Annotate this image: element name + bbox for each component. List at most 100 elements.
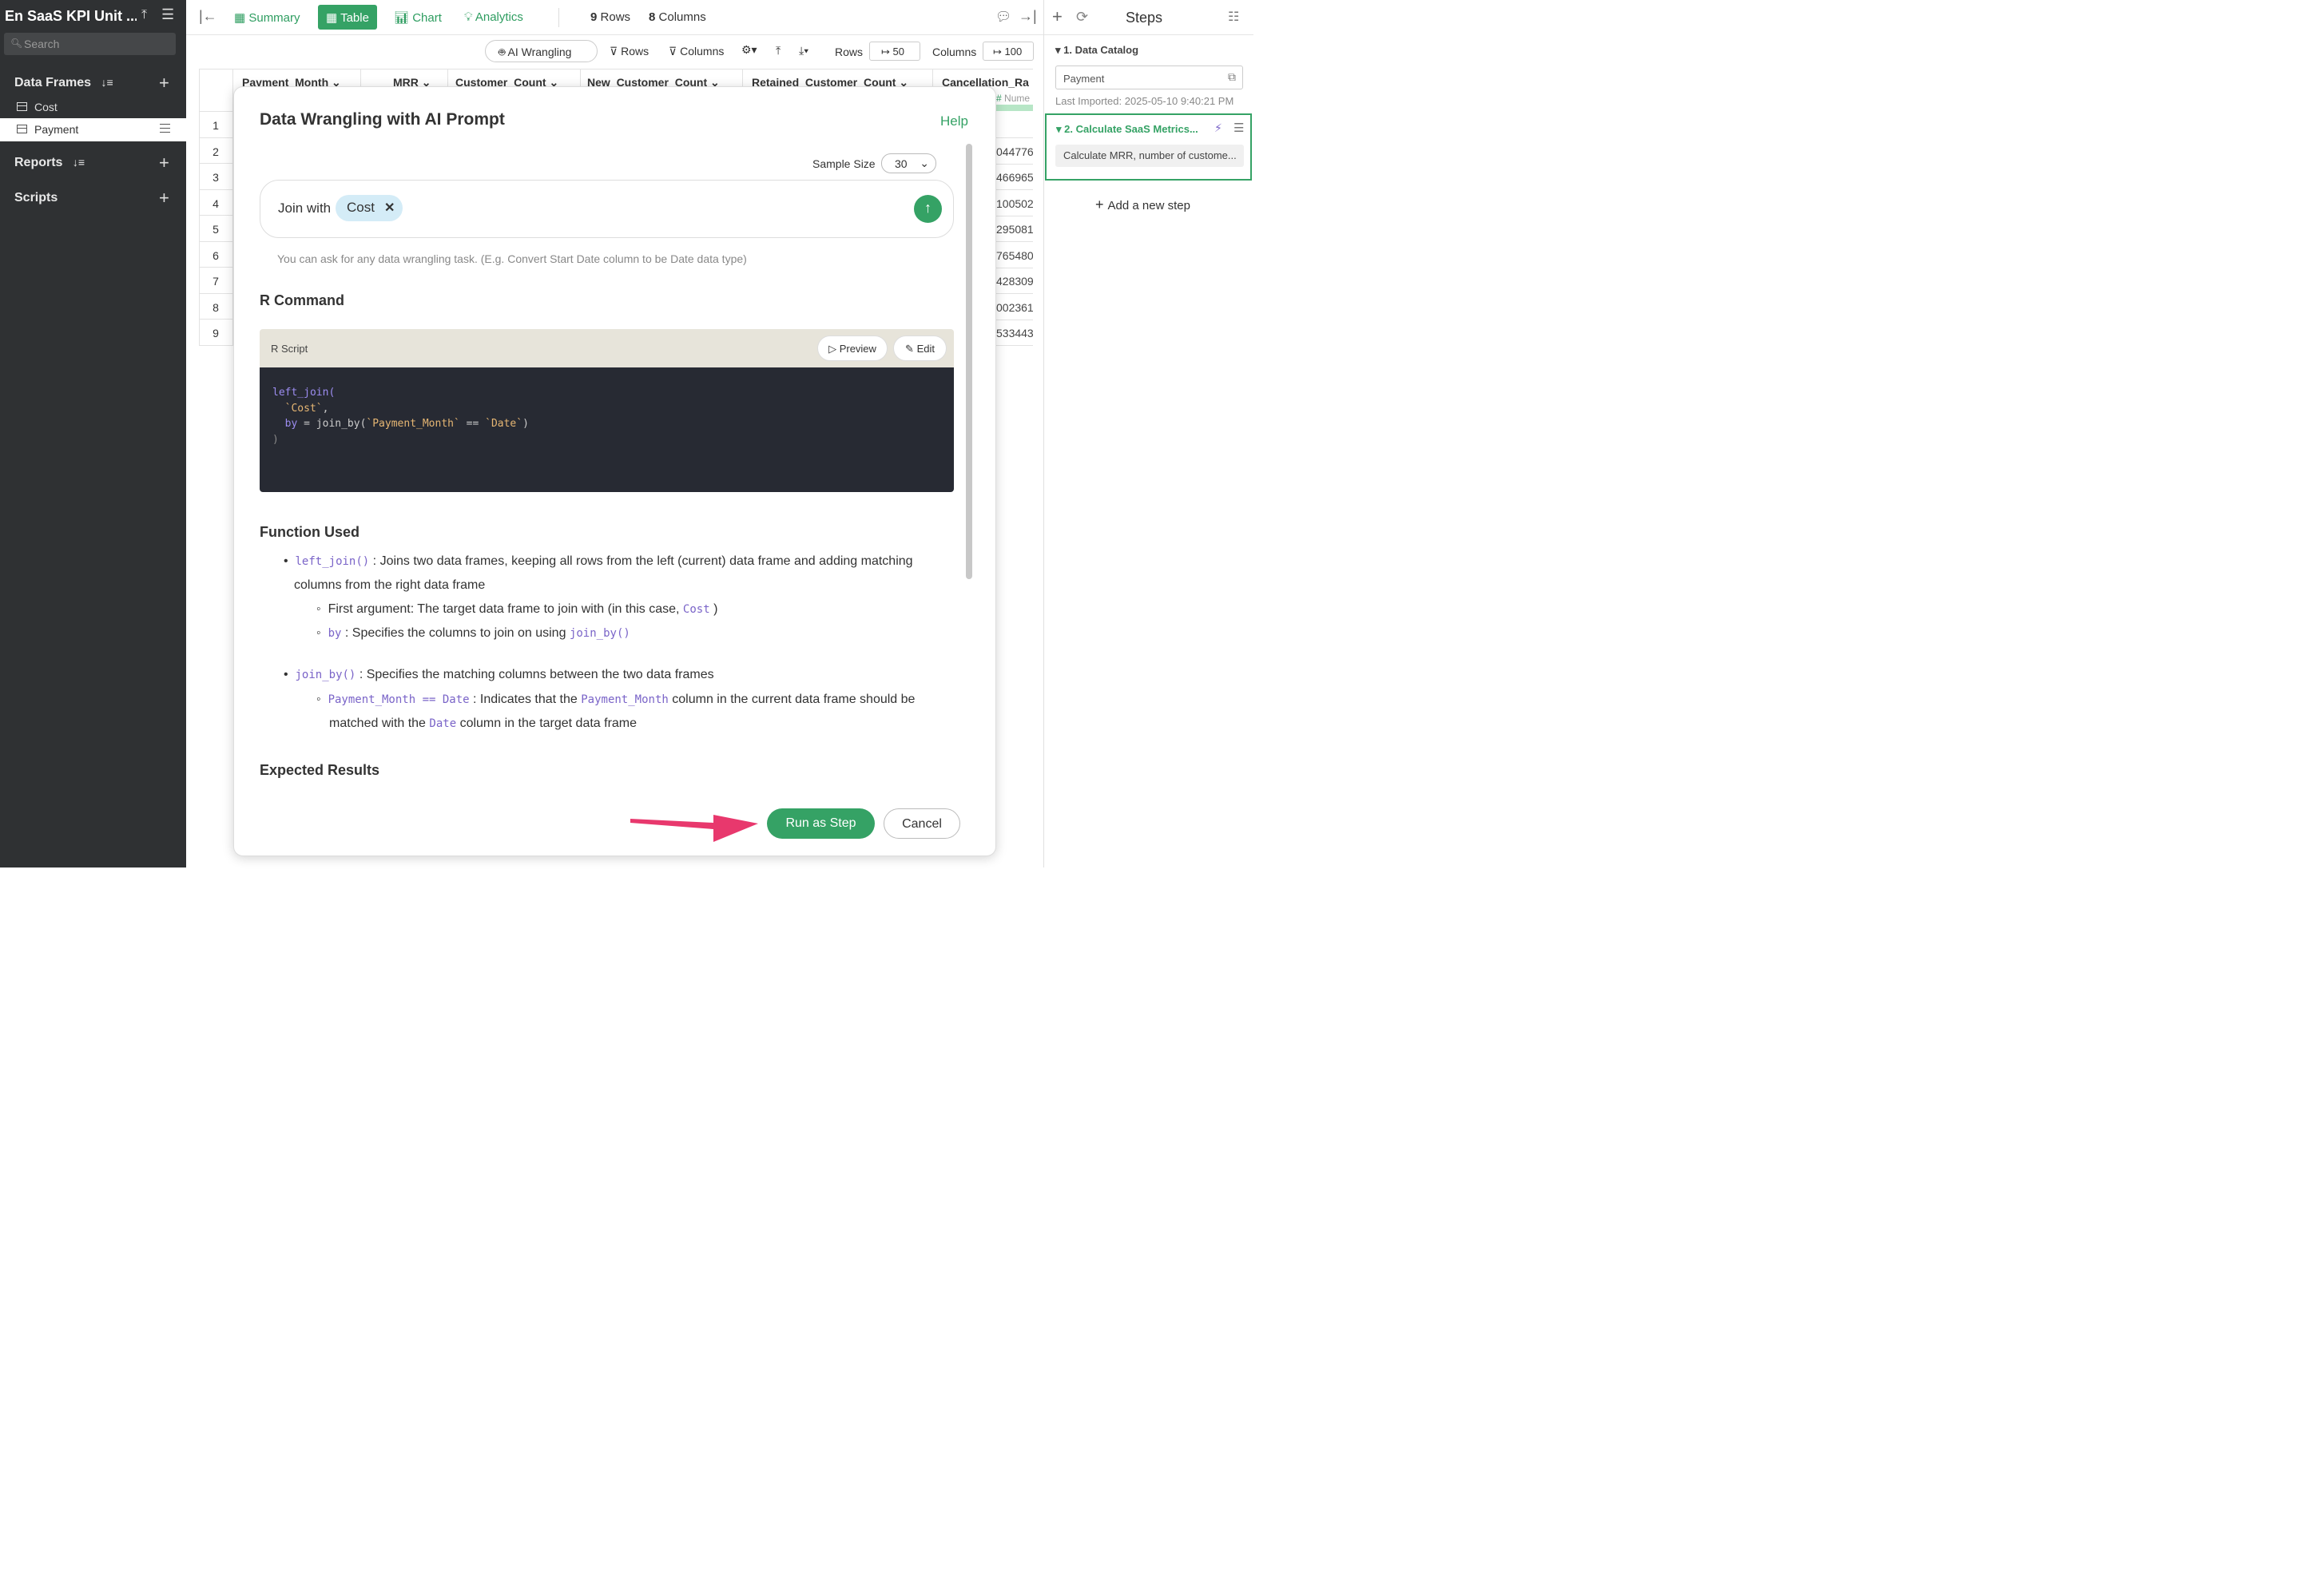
ai-wrangling-button[interactable]: 🤖︎ AI Wrangling [485, 40, 598, 62]
row-number: 3 [199, 164, 233, 190]
comment-icon[interactable]: 💬︎ [995, 9, 1011, 25]
source-field[interactable]: Payment ⧉ [1055, 66, 1243, 89]
rows-count: 9 Rows [590, 10, 631, 24]
table-cell[interactable]: 100502 [996, 197, 1033, 210]
play-icon: ▷ [828, 343, 837, 355]
edit-button[interactable]: ✎ Edit [893, 335, 947, 361]
upload-icon[interactable]: ⤒ [141, 8, 147, 22]
summary-icon: ▦ [234, 11, 249, 25]
menu-icon[interactable]: ☰ [161, 6, 174, 23]
sidebar-item-payment[interactable]: Payment [0, 118, 186, 141]
divider [558, 8, 559, 27]
sidebar-item-cost[interactable]: Cost [0, 96, 186, 119]
menu-icon[interactable]: ☰ [1233, 121, 1244, 135]
function-used-heading: Function Used [260, 524, 360, 540]
robot-icon: 🤖︎ [499, 46, 508, 58]
download-icon[interactable]: ⤓▾ [799, 44, 808, 58]
columns-count: 8 Columns [649, 10, 706, 24]
column-profile-bar [996, 105, 1033, 111]
row-number: 5 [199, 216, 233, 242]
add-script-button[interactable]: + [159, 189, 169, 207]
rows-limit-input[interactable]: ↦ 50 [869, 42, 920, 61]
code-header: R Script ▷ Preview ✎ Edit [260, 329, 954, 367]
dataframe-chip[interactable]: Cost ✕ [336, 195, 403, 221]
collapse-left-icon[interactable]: |← [199, 8, 217, 25]
add-data-frame-button[interactable]: + [159, 74, 169, 92]
send-button[interactable]: ↑ [914, 195, 942, 223]
steps-title: Steps [1126, 10, 1163, 26]
run-as-step-button[interactable]: Run as Step [767, 808, 875, 839]
view-toolbar: |← ▦ Summary ▦ Table 📊︎ Chart 💡︎ Analyti… [186, 0, 1043, 35]
search-input[interactable]: 🔍︎ Search [4, 33, 176, 55]
table-cell[interactable]: 044776 [996, 145, 1033, 158]
scrollbar[interactable] [966, 144, 972, 579]
cancel-button[interactable]: Cancel [884, 808, 960, 839]
add-step-button[interactable]: + Add a new step [1095, 197, 1190, 213]
table-cell[interactable]: 295081 [996, 223, 1033, 236]
row-number: 7 [199, 268, 233, 294]
chevron-down-icon: ⌄ [920, 157, 929, 169]
table-icon [17, 125, 27, 133]
preview-button[interactable]: ▷ Preview [817, 335, 888, 361]
tab-analytics[interactable]: 💡︎ Analytics [464, 5, 523, 30]
sample-size-label: Sample Size [812, 157, 876, 170]
magic-wand-icon[interactable]: ⚡︎ [1214, 121, 1222, 135]
steps-panel: + ⟳ Steps ☷ ▾ 1. Data Catalog Payment ⧉ … [1043, 0, 1253, 867]
columns-limit-input[interactable]: ↦ 100 [983, 42, 1034, 61]
table-cell[interactable]: 765480 [996, 249, 1033, 262]
chart-icon: 📊︎ [394, 11, 413, 25]
filter-icon: ⊽ [669, 45, 681, 58]
tab-chart[interactable]: 📊︎ Chart [394, 5, 442, 30]
lightbulb-icon: 💡︎ [464, 10, 475, 24]
table-icon [17, 102, 27, 111]
list-item: ◦ First argument: The target data frame … [316, 602, 718, 616]
sort-icon[interactable]: ↓≡ [73, 156, 85, 169]
plus-icon: + [1095, 197, 1108, 212]
step-calculate-saas-metrics[interactable]: ▾ 2. Calculate SaaS Metrics... ⚡︎ ☰ Calc… [1045, 113, 1252, 181]
table-cell[interactable]: 002361 [996, 301, 1033, 314]
tab-table[interactable]: ▦ Table [318, 5, 377, 30]
add-report-button[interactable]: + [159, 154, 169, 172]
table-cell[interactable]: 533443 [996, 327, 1033, 339]
refresh-icon[interactable]: ⟳ [1076, 9, 1088, 26]
search-icon: 🔍︎ [10, 38, 23, 49]
row-number: 6 [199, 241, 233, 268]
list-item: • left_join() : Joins two data frames, k… [284, 554, 913, 568]
table-cell[interactable]: 466965 [996, 171, 1033, 184]
rows-filter-button[interactable]: ⊽ Rows [610, 45, 649, 58]
row-number: 1 [199, 112, 233, 138]
step-data-catalog[interactable]: ▾ 1. Data Catalog [1055, 44, 1138, 57]
rows-limit-label: Rows [835, 46, 864, 58]
gear-icon[interactable]: ⚙▾ [741, 43, 757, 57]
add-icon[interactable]: + [1052, 6, 1063, 27]
row-number: 2 [199, 137, 233, 164]
reports-heading: Reports ↓≡ [14, 156, 85, 169]
step-description: Calculate MRR, number of custome... [1055, 145, 1244, 167]
settings-icon[interactable]: ☷ [1228, 9, 1239, 25]
list-item-cont: matched with the Date column in the targ… [329, 717, 638, 730]
external-link-icon[interactable]: ⧉ [1228, 70, 1236, 84]
scripts-heading: Scripts [14, 191, 58, 204]
r-script-label: R Script [271, 343, 308, 355]
upload-icon[interactable]: ⤒ [776, 44, 781, 58]
arrow-up-icon: ↑ [924, 200, 932, 216]
sort-icon[interactable]: ↓≡ [101, 76, 113, 89]
columns-filter-button[interactable]: ⊽ Columns [669, 45, 724, 58]
item-menu-icon[interactable] [160, 124, 170, 133]
left-sidebar: En SaaS KPI Unit ... ⤒ ☰ 🔍︎ Search Data … [0, 0, 186, 867]
sample-size-select[interactable]: 30 ⌄ [881, 153, 936, 173]
collapse-right-icon[interactable]: →| [1019, 8, 1037, 25]
list-item: ◦ by : Specifies the columns to join on … [316, 626, 630, 640]
code-block[interactable]: left_join( `Cost`, by = join_by(`Payment… [260, 367, 954, 492]
project-title: En SaaS KPI Unit ... [5, 8, 137, 24]
tab-summary[interactable]: ▦ Summary [234, 5, 300, 30]
row-number: 8 [199, 293, 233, 320]
table-cell[interactable]: 428309 [996, 275, 1033, 288]
dialog-title: Data Wrangling with AI Prompt [260, 110, 505, 129]
row-number: 9 [199, 320, 233, 346]
close-icon[interactable]: ✕ [384, 200, 395, 216]
list-item-cont: columns from the right data frame [294, 578, 486, 592]
column-type-tag: # Nume [996, 93, 1031, 104]
help-link[interactable]: Help [940, 113, 968, 129]
columns-limit-label: Columns [932, 46, 977, 58]
